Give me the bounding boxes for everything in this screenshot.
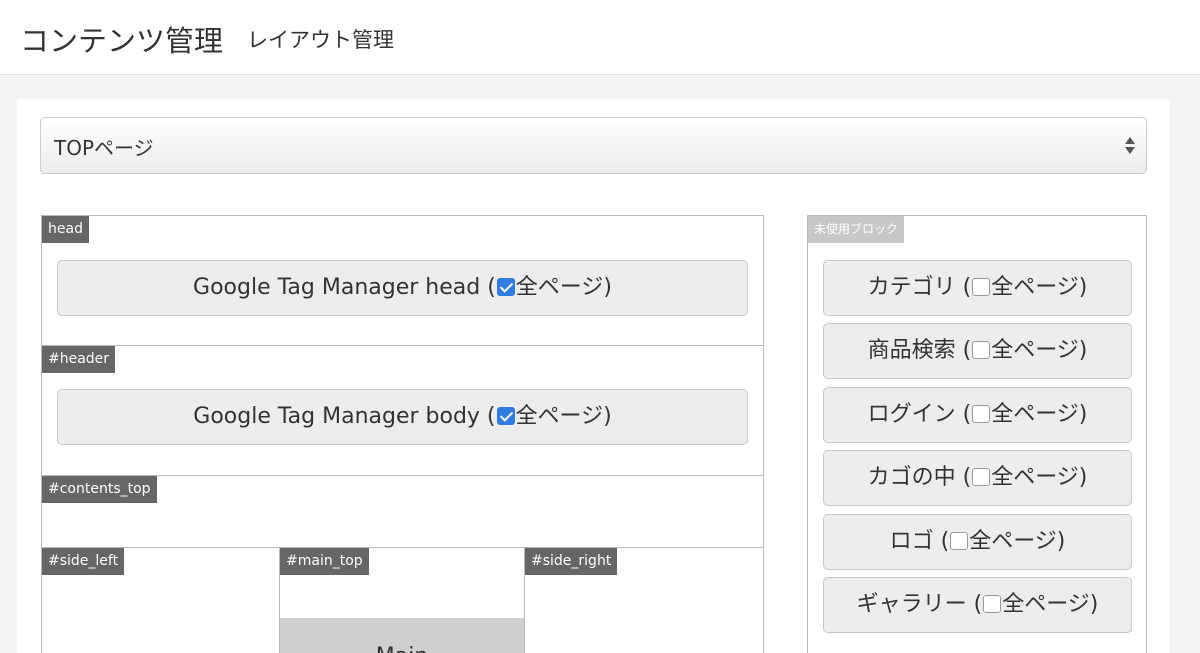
all-pages-label: 全ページ) [1002,592,1099,617]
page-select[interactable]: TOPページ [40,117,1147,174]
all-pages-checkbox[interactable] [972,468,991,486]
unused-block-item[interactable]: 商品検索 ( 全ページ) [823,323,1132,379]
page-select-value: TOPページ [54,136,154,160]
all-pages-checkbox[interactable] [496,407,515,425]
all-pages-label: 全ページ) [991,275,1088,300]
block-label: Google Tag Manager body ( [193,404,496,429]
region-tag-side-left: #side_left [42,548,125,575]
all-pages-checkbox[interactable] [972,278,991,296]
region-header: #header Google Tag Manager body ( 全ページ) [42,346,763,476]
unused-block-item[interactable]: カゴの中 ( 全ページ) [823,450,1132,506]
main-area: Main [280,618,524,653]
region-main-top: #main_top Main [279,548,525,653]
all-pages-label: 全ページ) [991,465,1088,490]
region-side-left: #side_left [42,548,279,653]
main-label: Main [280,644,524,653]
region-tag-header: #header [42,346,116,373]
block-label: ログイン ( [867,402,972,427]
block-label: カテゴリ ( [867,275,972,300]
all-pages-label: 全ページ) [991,402,1088,427]
all-pages-checkbox[interactable] [950,532,969,550]
all-pages-label: 全ページ) [515,404,612,429]
all-pages-checkbox[interactable] [496,278,515,296]
all-pages-label: 全ページ) [515,275,612,300]
unused-block-item[interactable]: ロゴ ( 全ページ) [823,514,1132,570]
layout-grid: head Google Tag Manager head ( 全ページ) #hea… [41,215,764,653]
page-subtitle: レイアウト管理 [247,28,394,52]
region-contents-top: #contents_top [42,476,763,548]
all-pages-checkbox[interactable] [983,595,1002,613]
unused-block-item[interactable]: ギャラリー ( 全ページ) [823,577,1132,633]
unused-blocks-panel: 未使用ブロック カテゴリ ( 全ページ) 商品検索 ( 全ページ) ログイン ( 全ペ… [807,215,1147,653]
unused-block-item[interactable]: ログイン ( 全ページ) [823,387,1132,443]
block-label: Google Tag Manager head ( [193,275,496,300]
select-arrows-icon [1124,135,1136,157]
block-gtm-body[interactable]: Google Tag Manager body ( 全ページ) [57,389,748,445]
region-tag-side-right: #side_right [525,548,618,575]
region-tag-head: head [42,216,89,243]
unused-blocks-tag: 未使用ブロック [808,216,905,243]
region-tag-main-top: #main_top [280,548,369,575]
page-title: コンテンツ管理 [20,24,224,58]
block-label: カゴの中 ( [867,465,972,490]
all-pages-label: 全ページ) [969,529,1066,554]
region-head: head Google Tag Manager head ( 全ページ) [42,216,763,346]
block-gtm-head[interactable]: Google Tag Manager head ( 全ページ) [57,260,748,316]
all-pages-checkbox[interactable] [972,341,991,359]
block-label: ロゴ ( [889,529,950,554]
region-tag-contents-top: #contents_top [42,476,157,503]
unused-block-item[interactable]: カテゴリ ( 全ページ) [823,260,1132,316]
block-label: 商品検索 ( [867,338,972,363]
region-side-right: #side_right [525,548,763,653]
top-bar: コンテンツ管理 レイアウト管理 [0,0,1200,75]
block-label: ギャラリー ( [856,592,983,617]
all-pages-label: 全ページ) [991,338,1088,363]
all-pages-checkbox[interactable] [972,405,991,423]
